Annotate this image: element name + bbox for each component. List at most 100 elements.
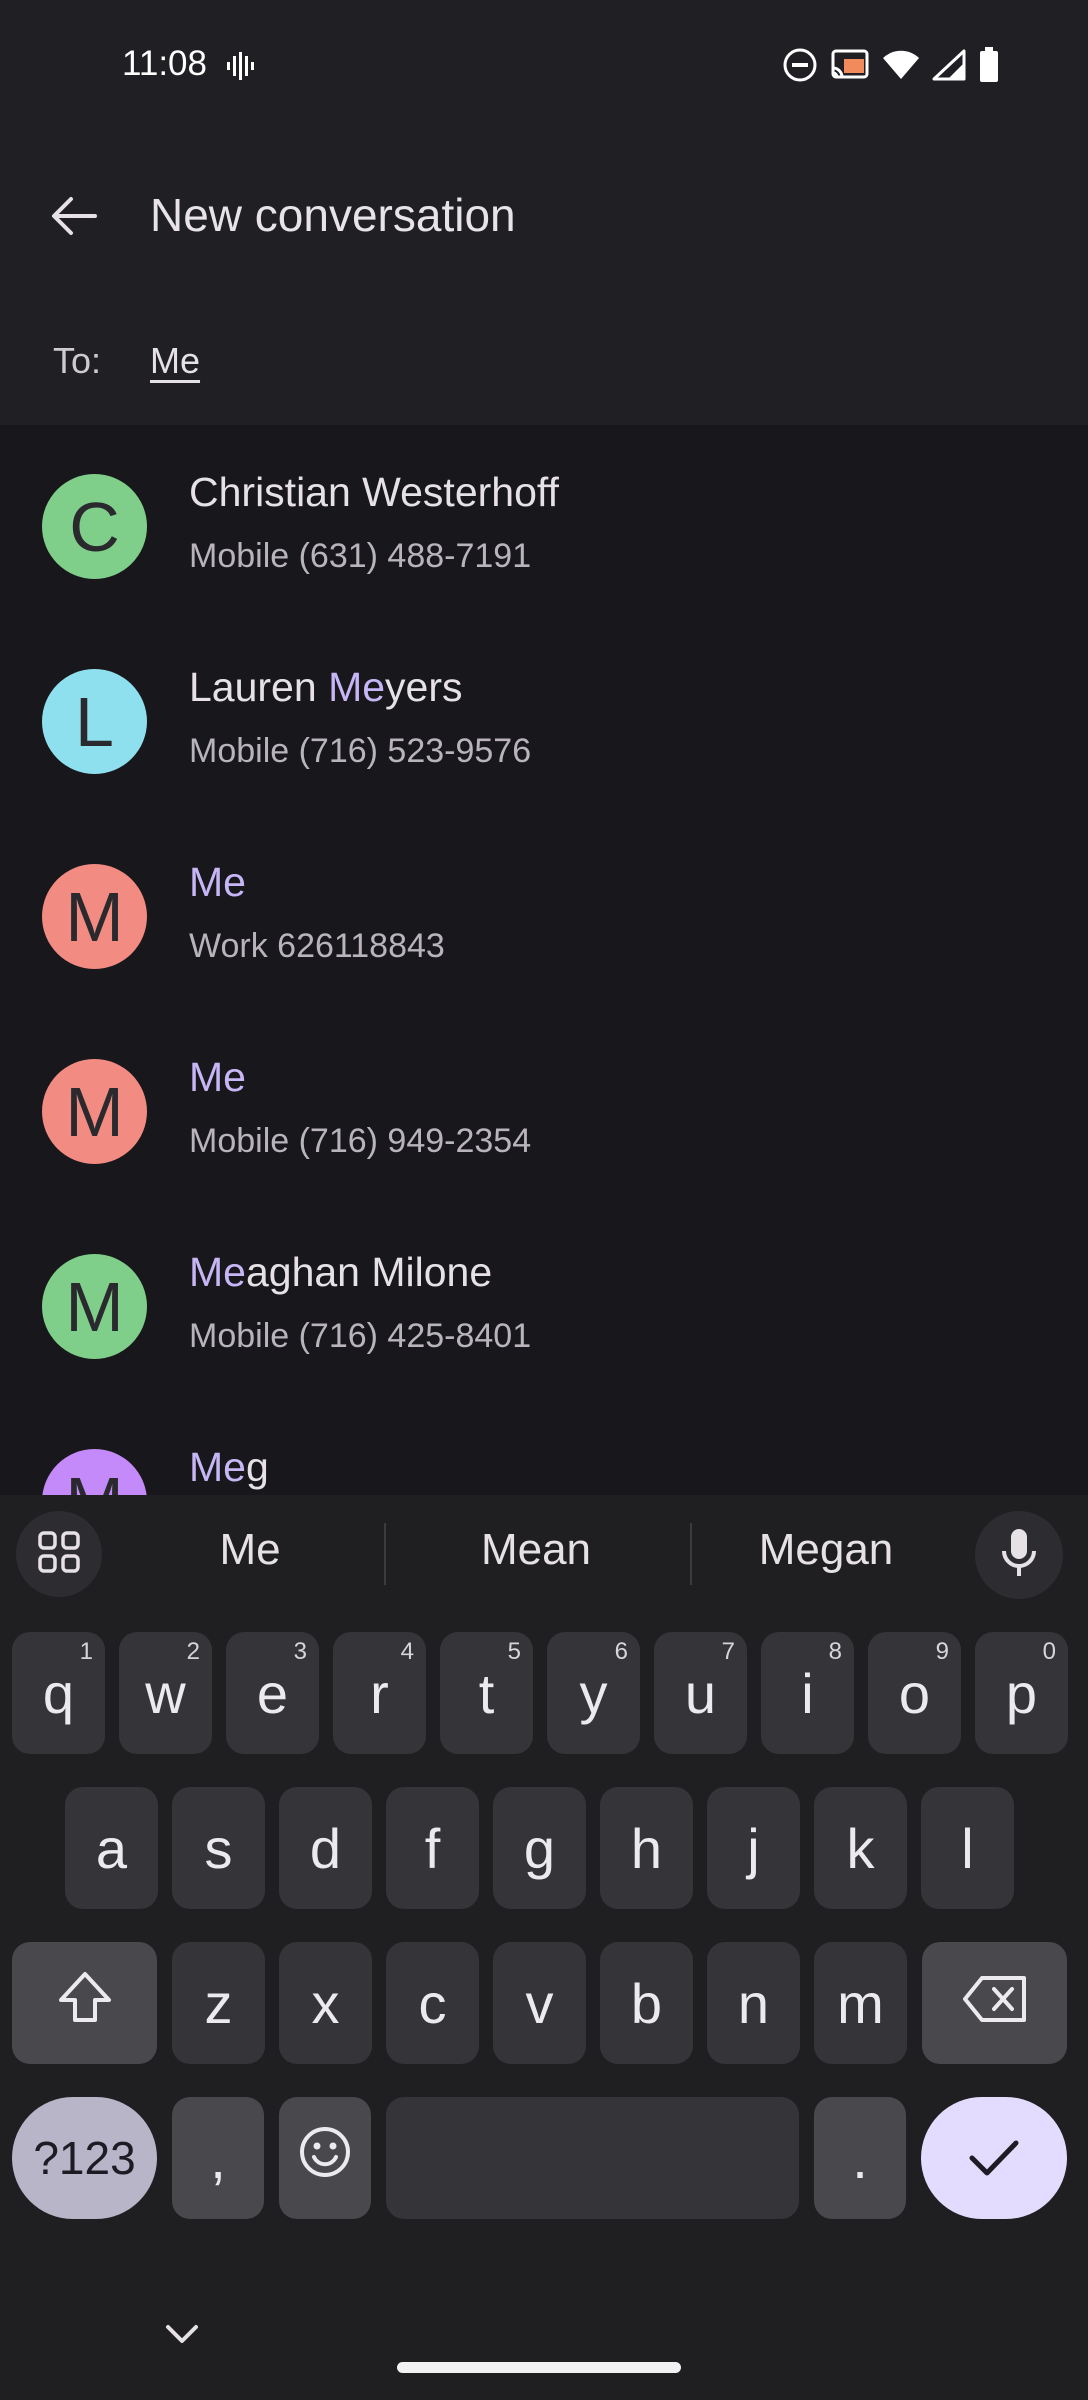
name-match-highlight: Me xyxy=(189,1249,246,1295)
suggestion-3[interactable]: Megan xyxy=(716,1525,936,1575)
home-indicator[interactable] xyxy=(397,2362,681,2373)
name-match-highlight: Me xyxy=(189,1444,246,1490)
avatar: M xyxy=(42,864,147,969)
battery-icon xyxy=(978,47,1000,88)
emoji-key[interactable] xyxy=(279,2097,371,2219)
contact-row[interactable]: M Meg xyxy=(0,1400,1088,1495)
contact-row[interactable]: M Me Work 626118843 xyxy=(0,815,1088,1010)
period-key[interactable]: . xyxy=(814,2097,906,2219)
backspace-key[interactable] xyxy=(922,1942,1067,2064)
key-number-hint: 1 xyxy=(79,1638,93,1665)
letter-key[interactable]: d xyxy=(279,1787,372,1909)
letter-key[interactable]: e3 xyxy=(226,1632,319,1754)
letter-key[interactable]: p0 xyxy=(975,1632,1068,1754)
key-label: b xyxy=(630,1971,663,2035)
key-label: z xyxy=(204,1971,233,2035)
emoji-icon xyxy=(298,2125,352,2192)
letter-key[interactable]: b xyxy=(600,1942,693,2064)
key-label: e xyxy=(256,1661,289,1725)
assistant-voice-icon xyxy=(226,52,254,85)
key-label: y xyxy=(579,1661,608,1725)
avatar: M xyxy=(42,1449,147,1495)
shift-key[interactable] xyxy=(12,1942,157,2064)
keyboard-menu-button[interactable] xyxy=(16,1511,102,1597)
contact-row[interactable]: M Meaghan Milone Mobile (716) 425-8401 xyxy=(0,1205,1088,1400)
symbols-key[interactable]: ?123 xyxy=(12,2097,157,2219)
suggestion-divider xyxy=(384,1523,386,1585)
letter-key[interactable]: x xyxy=(279,1942,372,2064)
recipient-input[interactable]: Me xyxy=(150,340,200,382)
key-number-hint: 7 xyxy=(721,1638,735,1665)
letter-key[interactable]: w2 xyxy=(119,1632,212,1754)
contact-phone: Work 626118843 xyxy=(189,927,445,965)
suggestion-1[interactable]: Me xyxy=(140,1525,360,1575)
page-title: New conversation xyxy=(150,189,516,241)
cast-icon xyxy=(830,48,870,87)
letter-key[interactable]: f xyxy=(386,1787,479,1909)
letter-key[interactable]: r4 xyxy=(333,1632,426,1754)
contact-phone: Mobile (716) 949-2354 xyxy=(189,1122,532,1160)
letter-key[interactable]: g xyxy=(493,1787,586,1909)
letter-key[interactable]: t5 xyxy=(440,1632,533,1754)
letter-key[interactable]: c xyxy=(386,1942,479,2064)
letter-key[interactable]: q1 xyxy=(12,1632,105,1754)
suggestion-2[interactable]: Mean xyxy=(426,1525,646,1575)
key-label: i xyxy=(801,1661,814,1725)
contact-name: Lauren Meyers xyxy=(189,664,463,711)
voice-input-button[interactable] xyxy=(975,1511,1063,1599)
key-label: p xyxy=(1005,1661,1038,1725)
name-prefix: Lauren xyxy=(189,664,329,710)
key-label: w xyxy=(145,1661,186,1725)
key-number-hint: 2 xyxy=(186,1638,200,1665)
name-suffix: yers xyxy=(385,664,463,710)
key-label: t xyxy=(478,1661,495,1725)
name-suffix: aghan Milone xyxy=(245,1249,493,1295)
key-label: x xyxy=(311,1971,340,2035)
contact-phone: Mobile (716) 523-9576 xyxy=(189,732,532,770)
suggestion-bar: Me Mean Megan xyxy=(0,1495,1088,1610)
letter-key[interactable]: y6 xyxy=(547,1632,640,1754)
shift-icon xyxy=(57,1970,113,2037)
letter-key[interactable]: m xyxy=(814,1942,907,2064)
letter-key[interactable]: u7 xyxy=(654,1632,747,1754)
chevron-down-icon xyxy=(162,2325,202,2353)
arrow-back-icon xyxy=(51,196,97,241)
letter-key[interactable]: s xyxy=(172,1787,265,1909)
letter-key[interactable]: i8 xyxy=(761,1632,854,1754)
keyboard: Me Mean Megan ?123 , . q 1 w 2 e 3 r 4 t… xyxy=(0,1495,1088,2400)
name-match-highlight: Me xyxy=(328,664,386,710)
letter-key[interactable]: v xyxy=(493,1942,586,2064)
wifi-icon xyxy=(882,49,920,86)
letter-key[interactable]: h xyxy=(600,1787,693,1909)
letter-key[interactable]: o9 xyxy=(868,1632,961,1754)
contact-phone: Mobile (631) 488-7191 xyxy=(189,537,532,575)
space-key[interactable] xyxy=(386,2097,799,2219)
signal-icon xyxy=(932,49,966,86)
letter-key[interactable]: n xyxy=(707,1942,800,2064)
letter-key[interactable]: z xyxy=(172,1942,265,2064)
comma-key[interactable]: , xyxy=(172,2097,264,2219)
key-label: m xyxy=(837,1971,884,2035)
name-match-highlight: Me xyxy=(189,1054,246,1100)
status-icons xyxy=(782,47,1000,88)
contact-row[interactable]: M Me Mobile (716) 949-2354 xyxy=(0,1010,1088,1205)
letter-key[interactable]: a xyxy=(65,1787,158,1909)
contact-row[interactable]: C Christian Westerhoff Mobile (631) 488-71… xyxy=(0,425,1088,620)
do-not-disturb-icon xyxy=(782,47,818,88)
key-label: r xyxy=(370,1661,389,1725)
contact-name: Meg xyxy=(189,1444,269,1491)
to-label: To: xyxy=(53,340,102,381)
avatar: M xyxy=(42,1059,147,1164)
app-bar: New conversation To: Me xyxy=(0,130,1088,425)
letter-key[interactable]: k xyxy=(814,1787,907,1909)
microphone-icon xyxy=(1001,1528,1037,1583)
back-button[interactable] xyxy=(48,192,100,244)
status-bar: 11:08 xyxy=(0,0,1088,130)
contact-row[interactable]: L Lauren Meyers Mobile (716) 523-9576 xyxy=(0,620,1088,815)
letter-key[interactable]: j xyxy=(707,1787,800,1909)
done-key[interactable] xyxy=(921,2097,1067,2219)
key-number-hint: 5 xyxy=(507,1638,521,1665)
name-suffix: Christian Westerhoff xyxy=(189,469,559,515)
letter-key[interactable]: l xyxy=(921,1787,1014,1909)
hide-keyboard-button[interactable] xyxy=(162,2321,202,2354)
